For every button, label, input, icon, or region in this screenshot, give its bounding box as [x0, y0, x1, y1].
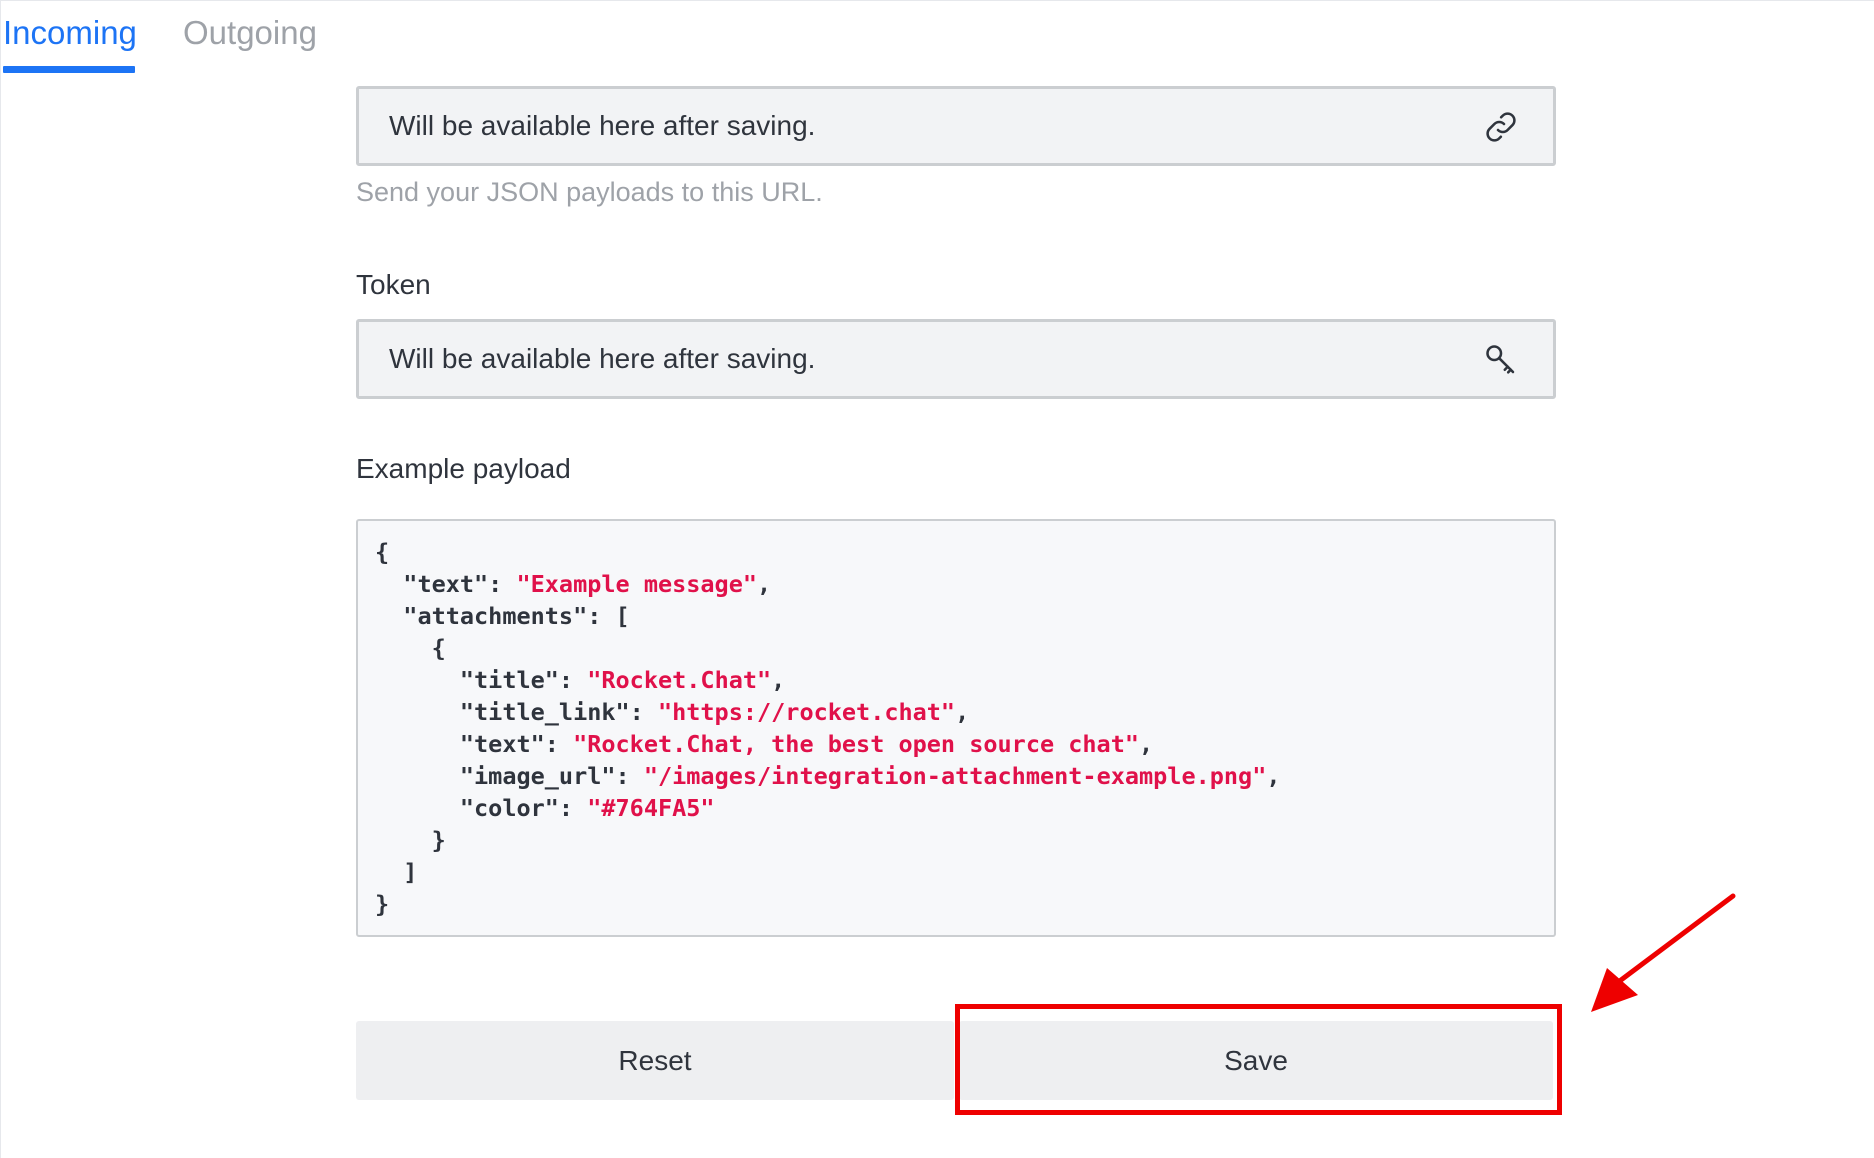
payload-title-link-value: "https://rocket.chat"	[657, 698, 956, 726]
tab-incoming-label: Incoming	[3, 14, 137, 51]
webhook-url-hint: Send your JSON payloads to this URL.	[356, 177, 823, 207]
payload-title-value: "Rocket.Chat"	[587, 666, 772, 694]
key-icon[interactable]	[1483, 342, 1519, 378]
token-value: Will be available here after saving.	[389, 343, 816, 374]
link-icon[interactable]	[1483, 109, 1519, 145]
tab-outgoing[interactable]: Outgoing	[183, 1, 323, 73]
tab-outgoing-label: Outgoing	[183, 14, 317, 51]
tab-incoming[interactable]: Incoming	[3, 1, 137, 73]
integration-form: Incoming Outgoing Will be available here…	[0, 0, 1874, 1158]
example-payload-code: { "text": "Example message", "attachment…	[356, 519, 1556, 937]
webhook-url-value: Will be available here after saving.	[389, 110, 816, 141]
payload-code-text: { "text": "Example message", "attachment…	[375, 538, 1281, 918]
payload-image-url-value: "/images/integration-attachment-example.…	[643, 762, 1267, 790]
save-button[interactable]: Save	[959, 1021, 1553, 1100]
example-payload-label: Example payload	[356, 453, 571, 484]
pointer-arrow-icon	[1591, 893, 1736, 1012]
webhook-url-field[interactable]: Will be available here after saving.	[356, 86, 1556, 166]
payload-attachment-text-value: "Rocket.Chat, the best open source chat"	[573, 730, 1140, 758]
reset-button[interactable]: Reset	[356, 1021, 954, 1100]
active-tab-indicator	[3, 66, 135, 73]
payload-color-value: "#764FA5"	[587, 794, 715, 822]
token-field[interactable]: Will be available here after saving.	[356, 319, 1556, 399]
payload-text-value: "Example message"	[516, 570, 758, 598]
token-label: Token	[356, 269, 431, 300]
